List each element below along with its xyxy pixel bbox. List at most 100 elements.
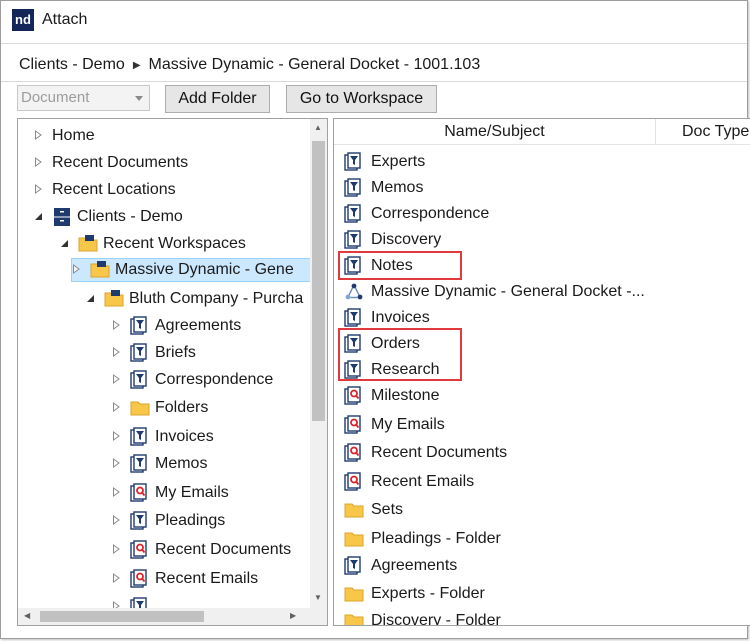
document-list-pane[interactable]: Name/Subject Doc Type Experts Memos Corres… bbox=[333, 118, 750, 626]
workspace-folder-icon bbox=[90, 260, 110, 280]
folder-tree-pane[interactable]: Home Recent Documents Recent Locations Clie… bbox=[17, 118, 328, 626]
expanded-arrow-icon[interactable] bbox=[60, 235, 74, 253]
list-item-label: My Emails bbox=[371, 416, 445, 433]
collapsed-arrow-icon[interactable] bbox=[34, 127, 48, 145]
tree-node-clients-demo[interactable]: Clients - Demo bbox=[34, 205, 183, 229]
collapsed-arrow-icon[interactable] bbox=[112, 317, 126, 335]
collapsed-arrow-icon[interactable] bbox=[112, 399, 126, 417]
tree-node-briefs[interactable]: Briefs bbox=[112, 341, 196, 365]
scroll-right-icon[interactable]: ▶ bbox=[290, 611, 296, 620]
tree-node-label: Invoices bbox=[155, 428, 214, 445]
collapsed-arrow-icon[interactable] bbox=[112, 371, 126, 389]
tree-vertical-scrollbar[interactable]: ▲ ▼ bbox=[310, 119, 327, 608]
document-type-dropdown[interactable]: Document bbox=[17, 85, 150, 111]
list-item-label: Agreements bbox=[371, 557, 458, 574]
app-logo-icon: nd bbox=[12, 9, 34, 31]
tree-node-bluth-company[interactable]: Bluth Company - Purcha bbox=[86, 287, 303, 311]
collapsed-arrow-icon[interactable] bbox=[112, 455, 126, 473]
toolbar: Document Add Folder Go to Workspace bbox=[1, 83, 747, 115]
breadcrumb-item-clients[interactable]: Clients - Demo bbox=[19, 56, 125, 74]
tree-node-recent-workspaces[interactable]: Recent Workspaces bbox=[60, 232, 246, 256]
folder-icon bbox=[344, 584, 364, 604]
collapsed-arrow-icon[interactable] bbox=[112, 344, 126, 362]
tree-node-agreements[interactable]: Agreements bbox=[112, 314, 241, 338]
highlight-box-orders-research bbox=[338, 328, 462, 381]
tree-node-recent-documents[interactable]: Recent Documents bbox=[34, 151, 188, 175]
list-item[interactable]: Milestone bbox=[344, 383, 439, 409]
tree-node-label: Agreements bbox=[155, 317, 242, 334]
breadcrumb-divider bbox=[1, 81, 747, 82]
list-item[interactable]: Massive Dynamic - General Docket -... bbox=[344, 279, 645, 305]
breadcrumb: Clients - Demo ▶ Massive Dynamic - Gener… bbox=[19, 56, 480, 74]
tree-node-label: Recent Locations bbox=[52, 181, 176, 198]
tree-node-my-emails[interactable]: My Emails bbox=[112, 481, 229, 505]
tree-node-folders[interactable]: Folders bbox=[112, 396, 208, 420]
tree-node-memos[interactable]: Memos bbox=[112, 452, 207, 476]
collapsed-arrow-icon[interactable] bbox=[112, 570, 126, 588]
tree-node-label: Pleadings bbox=[155, 512, 226, 529]
scrollbar-thumb[interactable] bbox=[312, 141, 325, 421]
filter-folder-icon bbox=[130, 316, 150, 336]
expanded-arrow-icon[interactable] bbox=[86, 290, 100, 308]
list-item[interactable]: Sets bbox=[344, 497, 403, 523]
tree-horizontal-scrollbar[interactable]: ◀ ▶ bbox=[18, 608, 312, 625]
list-item[interactable]: Experts - Folder bbox=[344, 581, 485, 607]
list-item[interactable]: Pleadings - Folder bbox=[344, 526, 501, 552]
workspace-icon bbox=[344, 282, 364, 302]
list-item[interactable]: Memos bbox=[344, 175, 423, 201]
tree-node-massive-dynamic[interactable]: Massive Dynamic - Gene bbox=[71, 258, 313, 282]
tree-node-label: Briefs bbox=[155, 344, 196, 361]
tree-node-home[interactable]: Home bbox=[34, 124, 95, 148]
list-item[interactable]: Experts bbox=[344, 149, 425, 175]
title-bar: nd Attach bbox=[1, 1, 747, 39]
tree-node-pleadings[interactable]: Pleadings bbox=[112, 509, 225, 533]
collapsed-arrow-icon[interactable] bbox=[112, 541, 126, 559]
collapsed-arrow-icon[interactable] bbox=[112, 512, 126, 530]
list-item-label: Experts bbox=[371, 153, 426, 170]
list-item[interactable]: Discovery - Folder bbox=[344, 608, 501, 625]
collapsed-arrow-icon[interactable] bbox=[34, 181, 48, 199]
search-folder-icon bbox=[130, 540, 150, 560]
tree-node-invoices[interactable]: Invoices bbox=[112, 425, 214, 449]
collapsed-arrow-icon[interactable] bbox=[112, 428, 126, 446]
list-item[interactable]: Recent Documents bbox=[344, 440, 507, 466]
tree-node-label: My Emails bbox=[155, 484, 229, 501]
collapsed-arrow-icon[interactable] bbox=[72, 261, 86, 279]
scroll-up-icon[interactable]: ▲ bbox=[314, 123, 322, 132]
tree-node-label: Folders bbox=[155, 399, 209, 416]
breadcrumb-separator-icon: ▶ bbox=[132, 59, 141, 71]
filter-folder-icon bbox=[130, 370, 150, 390]
go-to-workspace-button[interactable]: Go to Workspace bbox=[286, 85, 437, 113]
filter-folder-icon bbox=[344, 204, 364, 224]
list-item[interactable]: Discovery bbox=[344, 227, 441, 253]
search-folder-icon bbox=[130, 569, 150, 589]
scroll-left-icon[interactable]: ◀ bbox=[24, 611, 30, 620]
breadcrumb-item-workspace[interactable]: Massive Dynamic - General Docket - 1001.… bbox=[149, 56, 481, 74]
filter-folder-icon bbox=[344, 556, 364, 576]
scrollbar-thumb[interactable] bbox=[40, 611, 204, 622]
add-folder-button[interactable]: Add Folder bbox=[165, 85, 270, 113]
filter-folder-icon bbox=[344, 152, 364, 172]
column-header-doc-type[interactable]: Doc Type bbox=[682, 119, 749, 145]
tree-node-label: Clients - Demo bbox=[77, 208, 183, 225]
tree-node-correspondence[interactable]: Correspondence bbox=[112, 368, 273, 392]
expanded-arrow-icon[interactable] bbox=[34, 208, 48, 226]
tree-node-label: Recent Emails bbox=[155, 570, 259, 587]
list-item[interactable]: Recent Emails bbox=[344, 469, 474, 495]
column-header-name[interactable]: Name/Subject bbox=[334, 119, 656, 145]
list-item[interactable]: My Emails bbox=[344, 412, 445, 438]
list-item[interactable]: Agreements bbox=[344, 553, 457, 579]
collapsed-arrow-icon[interactable] bbox=[112, 484, 126, 502]
list-item-label: Sets bbox=[371, 501, 404, 518]
search-folder-icon bbox=[344, 386, 364, 406]
tree-node-recent-emails[interactable]: Recent Emails bbox=[112, 567, 258, 591]
search-folder-icon bbox=[344, 472, 364, 492]
tree-node-recent-documents[interactable]: Recent Documents bbox=[112, 538, 291, 562]
filter-folder-icon bbox=[130, 454, 150, 474]
collapsed-arrow-icon[interactable] bbox=[34, 154, 48, 172]
scroll-down-icon[interactable]: ▼ bbox=[314, 593, 322, 602]
tree-node-label: Correspondence bbox=[155, 371, 274, 388]
tree-node-recent-locations[interactable]: Recent Locations bbox=[34, 178, 176, 202]
list-item[interactable]: Correspondence bbox=[344, 201, 489, 227]
list-item-label: Massive Dynamic - General Docket -... bbox=[371, 283, 645, 300]
